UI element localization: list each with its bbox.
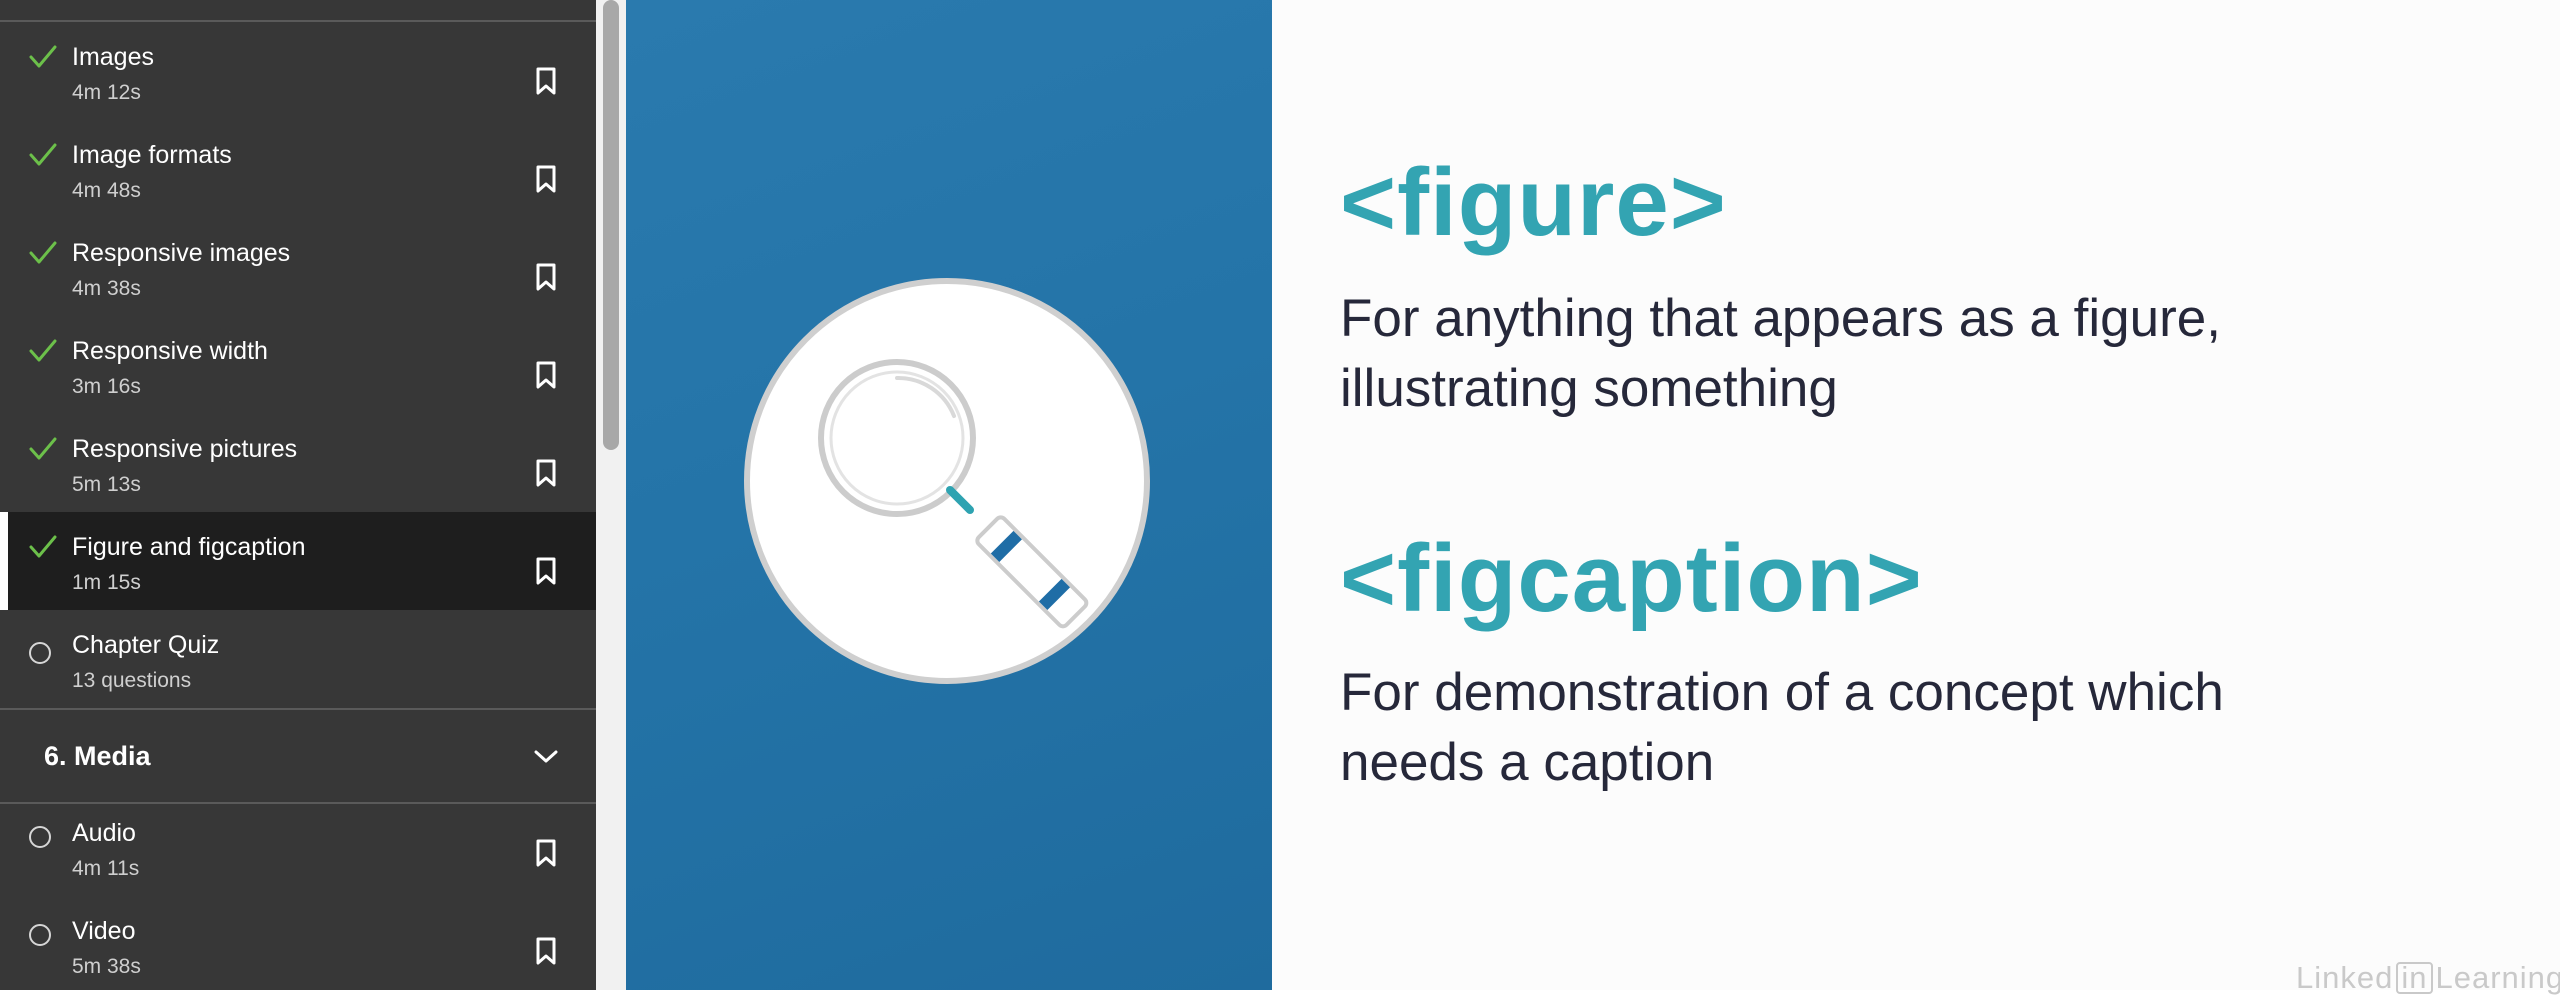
bookmark-icon[interactable] <box>534 66 558 96</box>
lesson-duration: 5m 38s <box>72 954 141 980</box>
empty-circle-icon <box>29 924 51 946</box>
bookmark-icon[interactable] <box>534 838 558 868</box>
scrollbar-thumb[interactable] <box>603 0 619 450</box>
slide-description-line: needs a caption <box>1340 728 1714 798</box>
check-icon <box>28 140 58 170</box>
lesson-title: Responsive images <box>72 238 290 268</box>
check-icon <box>28 532 58 562</box>
check-icon <box>28 336 58 366</box>
lesson-duration: 1m 15s <box>72 570 141 596</box>
lesson-duration: 5m 13s <box>72 472 141 498</box>
chevron-down-icon[interactable] <box>532 746 560 766</box>
lesson-title: Responsive width <box>72 336 268 366</box>
bookmark-icon[interactable] <box>534 458 558 488</box>
chapter-header-media[interactable]: 6. Media <box>0 710 596 802</box>
lesson-title: Responsive pictures <box>72 434 297 464</box>
lesson-duration: 4m 48s <box>72 178 141 204</box>
lesson-item-figure-and-figcaption[interactable]: Figure and figcaption 1m 15s <box>0 512 596 610</box>
linkedin-in-logo: in <box>2396 962 2432 994</box>
bookmark-icon[interactable] <box>534 262 558 292</box>
bookmark-icon[interactable] <box>534 360 558 390</box>
lesson-title: Video <box>72 916 136 946</box>
lesson-title: Images <box>72 42 154 72</box>
bookmark-icon[interactable] <box>534 556 558 586</box>
lesson-title: Audio <box>72 818 136 848</box>
empty-circle-icon <box>29 826 51 848</box>
linkedin-learning-watermark: LinkedinLearning <box>2296 960 2560 996</box>
lesson-duration: 13 questions <box>72 668 191 694</box>
check-icon <box>28 42 58 72</box>
lesson-item-audio[interactable]: Audio 4m 11s <box>0 804 596 902</box>
check-icon <box>28 238 58 268</box>
slide-tag-figure: <figure> <box>1340 148 1727 258</box>
lesson-item-responsive-images[interactable]: Responsive images 4m 38s <box>0 218 596 316</box>
bookmark-icon[interactable] <box>534 164 558 194</box>
slide-tag-figcaption: <figcaption> <box>1340 524 1923 634</box>
chapter-title: 6. Media <box>44 740 151 772</box>
lesson-duration: 3m 16s <box>72 374 141 400</box>
lesson-duration: 4m 38s <box>72 276 141 302</box>
lesson-item-video[interactable]: Video 5m 38s <box>0 902 596 990</box>
course-sidebar: Images 4m 12s Image formats 4m 48s Respo… <box>0 0 596 990</box>
slide-description-line: illustrating something <box>1340 354 1838 424</box>
lesson-item-image-formats[interactable]: Image formats 4m 48s <box>0 120 596 218</box>
slide-description-line: For demonstration of a concept which <box>1340 658 2224 728</box>
lesson-title: Chapter Quiz <box>72 630 219 660</box>
lesson-item-chapter-quiz[interactable]: Chapter Quiz 13 questions <box>0 610 596 708</box>
magnifying-glass-icon <box>742 276 1152 686</box>
lesson-title: Image formats <box>72 140 232 170</box>
lesson-item-responsive-pictures[interactable]: Responsive pictures 5m 13s <box>0 414 596 512</box>
empty-circle-icon <box>29 642 51 664</box>
lesson-item-images[interactable]: Images 4m 12s <box>0 22 596 120</box>
lesson-duration: 4m 11s <box>72 856 139 882</box>
lesson-title: Figure and figcaption <box>72 532 305 562</box>
lesson-duration: 4m 12s <box>72 80 141 106</box>
bookmark-icon[interactable] <box>534 936 558 966</box>
lesson-item-responsive-width[interactable]: Responsive width 3m 16s <box>0 316 596 414</box>
check-icon <box>28 434 58 464</box>
slide-description-line: For anything that appears as a figure, <box>1340 284 2221 354</box>
